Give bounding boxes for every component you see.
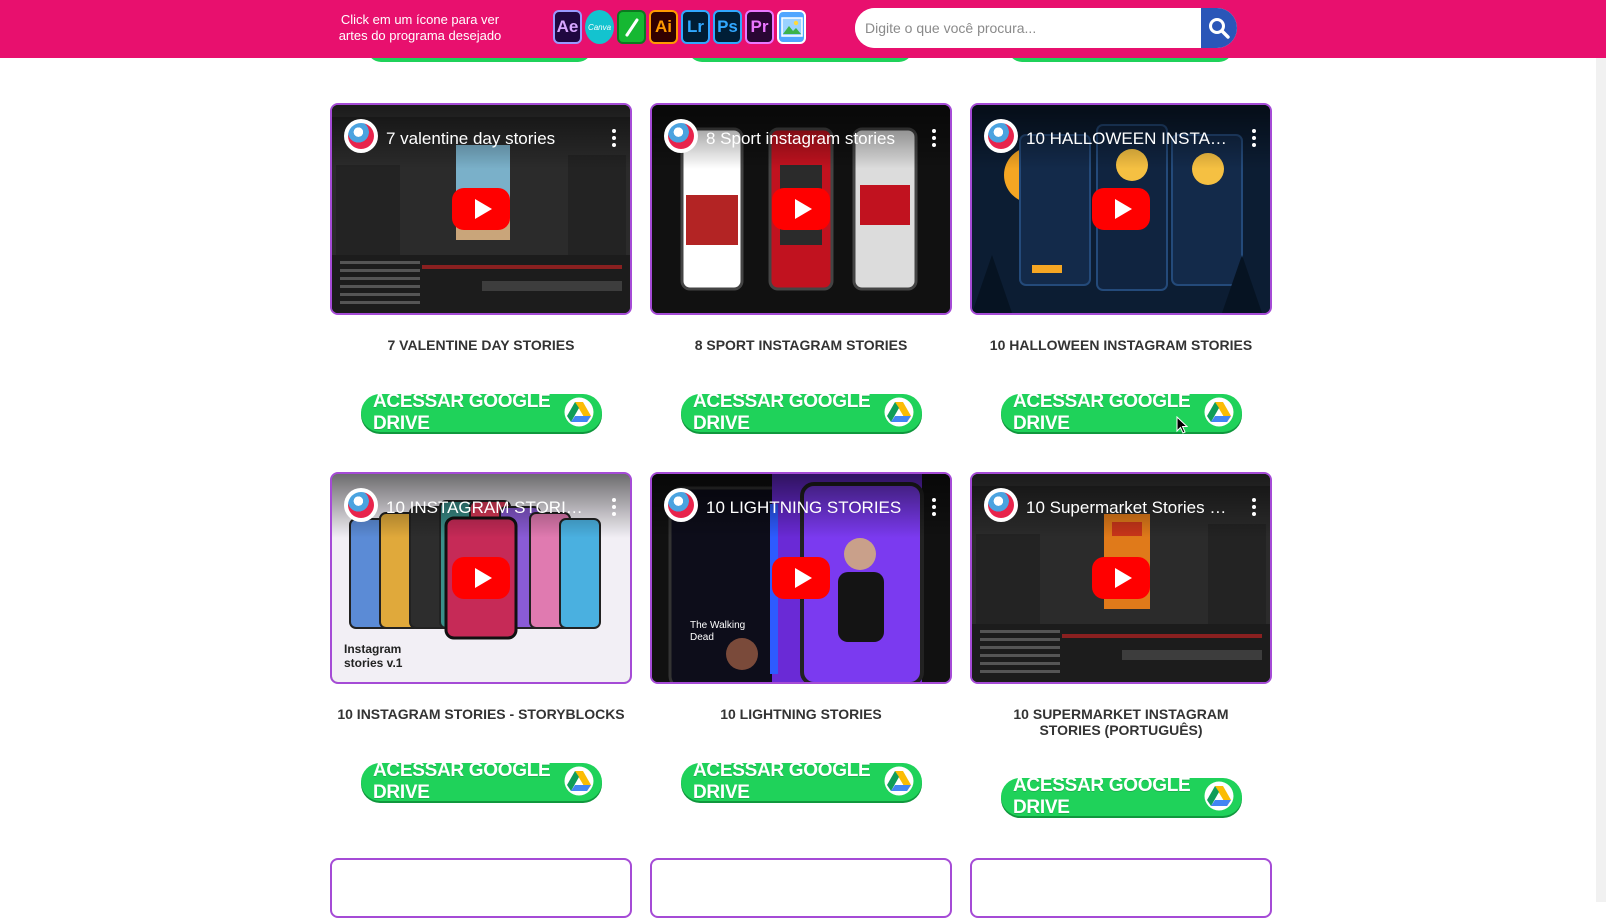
- video-card[interactable]: 10 HALLOWEEN INSTAGRA...: [970, 103, 1272, 315]
- video-card[interactable]: 8 Sport instagram stories: [650, 103, 952, 315]
- image-gallery-icon[interactable]: [777, 10, 806, 44]
- play-button[interactable]: [772, 188, 830, 230]
- story-card-placeholder: [970, 858, 1272, 918]
- play-icon: [794, 199, 812, 219]
- video-header: 10 Supermarket Stories Em...: [972, 474, 1270, 538]
- channel-avatar[interactable]: [664, 119, 698, 153]
- story-card-placeholder: [650, 858, 952, 918]
- card-title: 7 VALENTINE DAY STORIES: [387, 337, 575, 353]
- channel-avatar[interactable]: [664, 488, 698, 522]
- card-title: 10 HALLOWEEN INSTAGRAM STORIES: [989, 337, 1253, 353]
- channel-avatar[interactable]: [344, 119, 378, 153]
- google-drive-icon: [1204, 781, 1234, 811]
- video-card[interactable]: 10 Supermarket Stories Em...: [970, 472, 1272, 684]
- illustrator-icon[interactable]: Ai: [649, 10, 678, 44]
- canva-icon[interactable]: Canva: [585, 10, 614, 44]
- more-options-icon[interactable]: [1252, 498, 1256, 516]
- more-options-icon[interactable]: [1252, 129, 1256, 147]
- video-title[interactable]: 7 valentine day stories: [386, 129, 594, 149]
- video-title[interactable]: 10 INSTAGRAM STORIES - ...: [386, 498, 594, 518]
- page-scrollbar[interactable]: [1596, 0, 1606, 902]
- canva-icon-label: Canva: [587, 22, 612, 32]
- premiere-icon[interactable]: Pr: [745, 10, 774, 44]
- channel-logo-icon: [988, 123, 1014, 149]
- thumbnail-caption: The Walking Dead: [690, 620, 746, 643]
- lightroom-icon-label: Lr: [687, 17, 704, 36]
- video-card[interactable]: The Walking Dead 10 LIGHTNING STORIES: [650, 472, 952, 684]
- mouse-cursor-icon: [1176, 416, 1188, 434]
- card-title: 10 SUPERMARKET INSTAGRAM STORIES (PORTUG…: [1013, 706, 1229, 738]
- program-icons: Ae Canva Ai Lr Ps Pr: [553, 10, 806, 44]
- more-options-icon[interactable]: [612, 498, 616, 516]
- play-icon: [474, 199, 492, 219]
- lightroom-icon[interactable]: Lr: [681, 10, 710, 44]
- channel-logo-icon: [348, 492, 374, 518]
- thumbnail-caption: Instagram stories v.1: [344, 642, 403, 670]
- video-header: 8 Sport instagram stories: [652, 105, 950, 169]
- after-effects-icon-label: Ae: [556, 17, 579, 36]
- more-options-icon[interactable]: [612, 129, 616, 147]
- play-button[interactable]: [1092, 188, 1150, 230]
- google-drive-button[interactable]: ACESSAR GOOGLE DRIVE: [681, 760, 922, 803]
- google-drive-button[interactable]: ACESSAR GOOGLE DRIVE: [681, 391, 922, 434]
- video-card[interactable]: Instagram stories v.1 10 INSTAGRAM STORIE…: [330, 472, 632, 684]
- channel-logo-icon: [988, 492, 1014, 518]
- channel-logo-icon: [668, 492, 694, 518]
- google-drive-icon: [564, 766, 594, 796]
- video-card[interactable]: 7 valentine day stories: [330, 103, 632, 315]
- video-title[interactable]: 10 LIGHTNING STORIES: [706, 498, 914, 518]
- google-drive-icon: [1204, 397, 1234, 427]
- google-drive-icon: [564, 397, 594, 427]
- photoshop-icon-label: Ps: [717, 17, 738, 36]
- video-header: 10 INSTAGRAM STORIES - ...: [332, 474, 630, 538]
- channel-logo-icon: [668, 123, 694, 149]
- google-drive-button[interactable]: ACESSAR GOOGLE DRIVE: [361, 760, 602, 803]
- google-drive-icon: [884, 397, 914, 427]
- illustrator-icon-label: Ai: [655, 17, 672, 36]
- play-icon: [1114, 568, 1132, 588]
- more-options-icon[interactable]: [932, 129, 936, 147]
- search-input[interactable]: [855, 8, 1201, 48]
- google-drive-button[interactable]: ACESSAR GOOGLE DRIVE: [361, 391, 602, 434]
- play-icon: [474, 568, 492, 588]
- after-effects-icon[interactable]: Ae: [553, 10, 582, 44]
- card-title: 10 INSTAGRAM STORIES - STORYBLOCKS: [337, 706, 625, 722]
- more-options-icon[interactable]: [932, 498, 936, 516]
- play-button[interactable]: [1092, 557, 1150, 599]
- channel-logo-icon: [348, 123, 374, 149]
- channel-avatar[interactable]: [984, 488, 1018, 522]
- google-drive-button[interactable]: ACESSAR GOOGLE DRIVE: [1001, 391, 1242, 434]
- video-title[interactable]: 8 Sport instagram stories: [706, 129, 914, 149]
- google-drive-icon: [884, 766, 914, 796]
- channel-avatar[interactable]: [344, 488, 378, 522]
- video-header: 7 valentine day stories: [332, 105, 630, 169]
- card-title: 8 SPORT INSTAGRAM STORIES: [694, 337, 908, 353]
- channel-avatar[interactable]: [984, 119, 1018, 153]
- google-drive-button[interactable]: ACESSAR GOOGLE DRIVE: [1001, 775, 1242, 818]
- magnifier-icon: [1209, 18, 1230, 39]
- play-button[interactable]: [772, 557, 830, 599]
- search-button[interactable]: [1201, 8, 1237, 48]
- play-icon: [1114, 199, 1132, 219]
- photoshop-icon[interactable]: Ps: [713, 10, 742, 44]
- play-button[interactable]: [452, 557, 510, 599]
- story-card-placeholder: [330, 858, 632, 918]
- search-bar: [855, 8, 1237, 48]
- video-title[interactable]: 10 HALLOWEEN INSTAGRA...: [1026, 129, 1234, 149]
- card-title: 10 LIGHTNING STORIES: [720, 706, 882, 722]
- video-header: 10 HALLOWEEN INSTAGRA...: [972, 105, 1270, 169]
- play-icon: [794, 568, 812, 588]
- play-button[interactable]: [452, 188, 510, 230]
- program-hint-text: Click em um ícone para ver artes do prog…: [338, 12, 502, 43]
- video-header: 10 LIGHTNING STORIES: [652, 474, 950, 538]
- video-title[interactable]: 10 Supermarket Stories Em...: [1026, 498, 1234, 518]
- premiere-icon-label: Pr: [750, 17, 769, 36]
- pen-tool-icon[interactable]: [617, 10, 646, 44]
- top-bar: Click em um ícone para ver artes do prog…: [0, 0, 1606, 58]
